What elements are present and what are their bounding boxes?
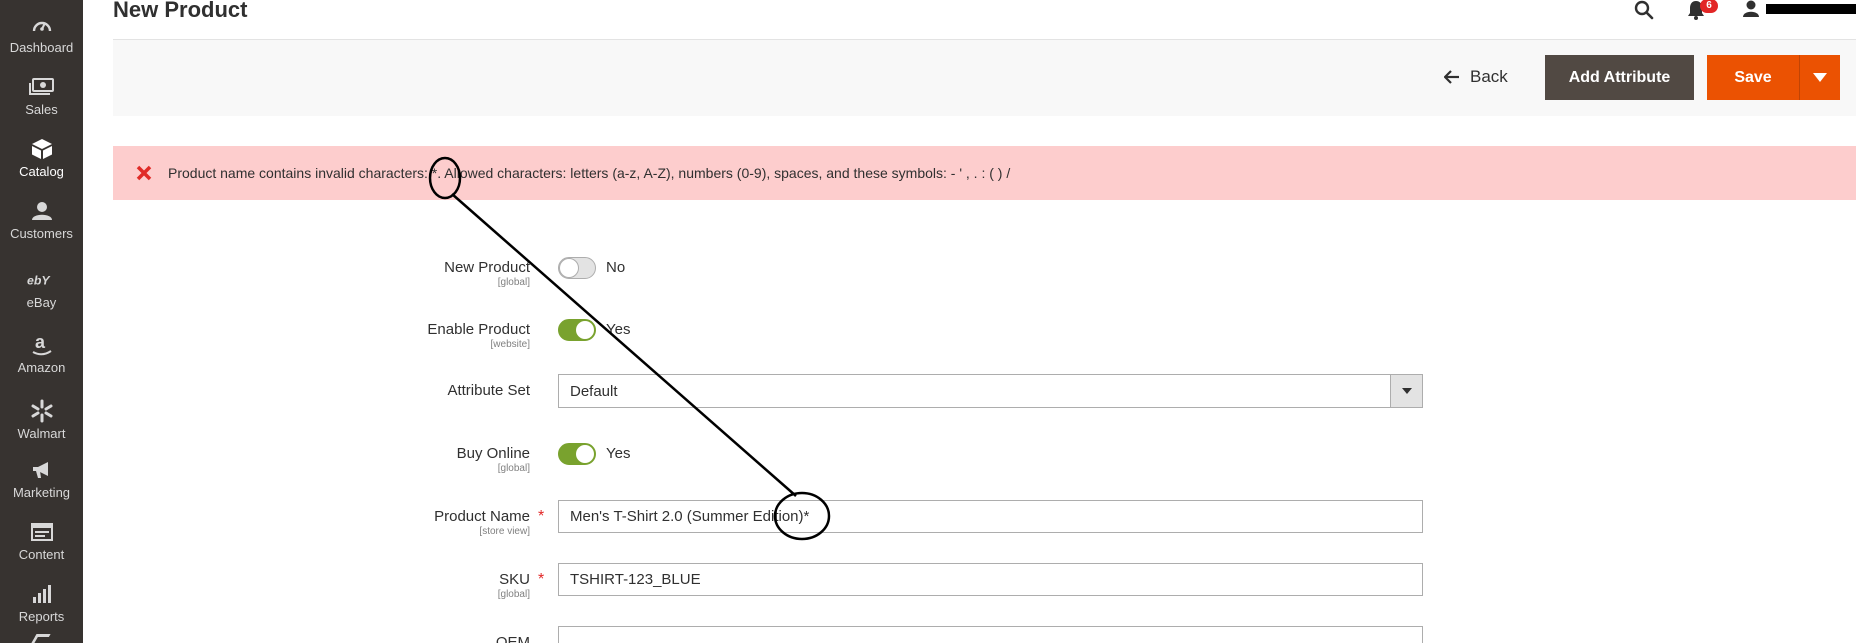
amazon-icon: a	[27, 332, 57, 358]
sidebar-item-label: Dashboard	[9, 40, 74, 55]
sku-label: SKU	[499, 571, 530, 588]
enable-product-label: Enable Product	[427, 321, 530, 338]
buy-online-scope: [global]	[497, 463, 530, 474]
sidebar-item-reports[interactable]: Reports	[0, 569, 83, 629]
svg-text:a: a	[35, 333, 46, 352]
sidebar-item-label: Content	[18, 547, 65, 562]
sidebar-item-ebay[interactable]: ebY eBay	[0, 255, 83, 315]
attribute-set-value: Default	[570, 383, 618, 400]
search-icon[interactable]	[1634, 0, 1654, 20]
sidebar-item-customers[interactable]: Customers	[0, 186, 83, 246]
sidebar-item-label: Sales	[25, 102, 58, 117]
sidebar-item-walmart[interactable]: Walmart	[0, 386, 83, 446]
new-product-scope: [global]	[497, 277, 530, 288]
arrow-left-icon	[1444, 70, 1460, 84]
walmart-icon	[27, 398, 57, 424]
oem-input[interactable]	[558, 626, 1423, 643]
svg-text:ebY: ebY	[27, 273, 51, 287]
buy-online-toggle[interactable]	[558, 443, 596, 465]
save-button[interactable]: Save	[1707, 55, 1799, 100]
enable-product-toggle[interactable]	[558, 319, 596, 341]
sidebar-item-label: Customers	[10, 226, 73, 241]
toggle-knob	[575, 444, 595, 464]
page-title: New Product	[113, 0, 248, 22]
sidebar-item-label: eBay	[26, 295, 57, 310]
back-button-label: Back	[1470, 67, 1508, 86]
enable-product-toggle-label: Yes	[606, 321, 631, 338]
sales-icon	[27, 74, 57, 100]
enable-product-scope: [website]	[490, 339, 530, 350]
sku-input[interactable]	[558, 563, 1423, 596]
product-name-label: Product Name	[434, 508, 530, 525]
required-indicator: *	[538, 571, 545, 588]
attribute-set-label: Attribute Set	[447, 382, 530, 399]
new-product-toggle[interactable]	[558, 257, 596, 279]
ebay-icon: ebY	[27, 267, 57, 293]
sidebar-item-catalog[interactable]: Catalog	[0, 124, 83, 184]
admin-sidebar: Dashboard Sales Catalog Customers ebY eB…	[0, 0, 83, 643]
sidebar-item-label: Catalog	[19, 164, 64, 179]
error-message: Product name contains invalid characters…	[113, 146, 1856, 200]
save-options-dropdown-button[interactable]	[1799, 55, 1840, 100]
notification-count-badge: 6	[1700, 0, 1718, 13]
new-product-label: New Product	[444, 259, 530, 276]
toggle-knob	[575, 320, 595, 340]
sidebar-item-dashboard[interactable]: Dashboard	[0, 0, 83, 60]
error-x-icon	[133, 162, 155, 184]
sidebar-item-label: Amazon	[17, 360, 66, 375]
reports-icon	[27, 581, 57, 607]
sidebar-item-content[interactable]: Content	[0, 507, 83, 567]
sidebar-item-label: Reports	[18, 609, 65, 624]
back-button[interactable]: Back	[1444, 62, 1508, 92]
customers-icon	[27, 198, 57, 224]
sku-scope: [global]	[497, 589, 530, 600]
user-account-icon[interactable]	[1742, 0, 1760, 18]
redacted-username	[1766, 4, 1856, 14]
sidebar-item-amazon[interactable]: a Amazon	[0, 320, 83, 380]
add-attribute-button[interactable]: Add Attribute	[1545, 55, 1694, 100]
caret-down-icon	[1813, 73, 1827, 82]
attribute-set-select[interactable]: Default	[558, 374, 1423, 408]
error-message-text: Product name contains invalid characters…	[168, 165, 1011, 181]
buy-online-toggle-label: Yes	[606, 445, 631, 462]
toggle-knob	[559, 258, 579, 278]
chevron-down-icon	[1390, 375, 1422, 407]
dashboard-icon	[27, 12, 57, 38]
marketing-icon	[27, 457, 57, 483]
new-product-toggle-label: No	[606, 259, 626, 276]
app-root: Dashboard Sales Catalog Customers ebY eB…	[0, 0, 1856, 643]
required-indicator: *	[538, 508, 545, 525]
sidebar-item-marketing[interactable]: Marketing	[0, 445, 83, 505]
content-icon	[27, 519, 57, 545]
catalog-icon	[27, 136, 57, 162]
oem-label: OEM	[495, 634, 530, 643]
sidebar-item-label: Marketing	[12, 485, 71, 500]
product-name-input[interactable]	[558, 500, 1423, 533]
sidebar-item-label: Walmart	[17, 426, 66, 441]
buy-online-label: Buy Online	[456, 445, 530, 462]
sidebar-item-sales[interactable]: Sales	[0, 62, 83, 122]
partial-menu-icon	[31, 634, 51, 643]
product-name-scope: [store view]	[479, 526, 530, 537]
